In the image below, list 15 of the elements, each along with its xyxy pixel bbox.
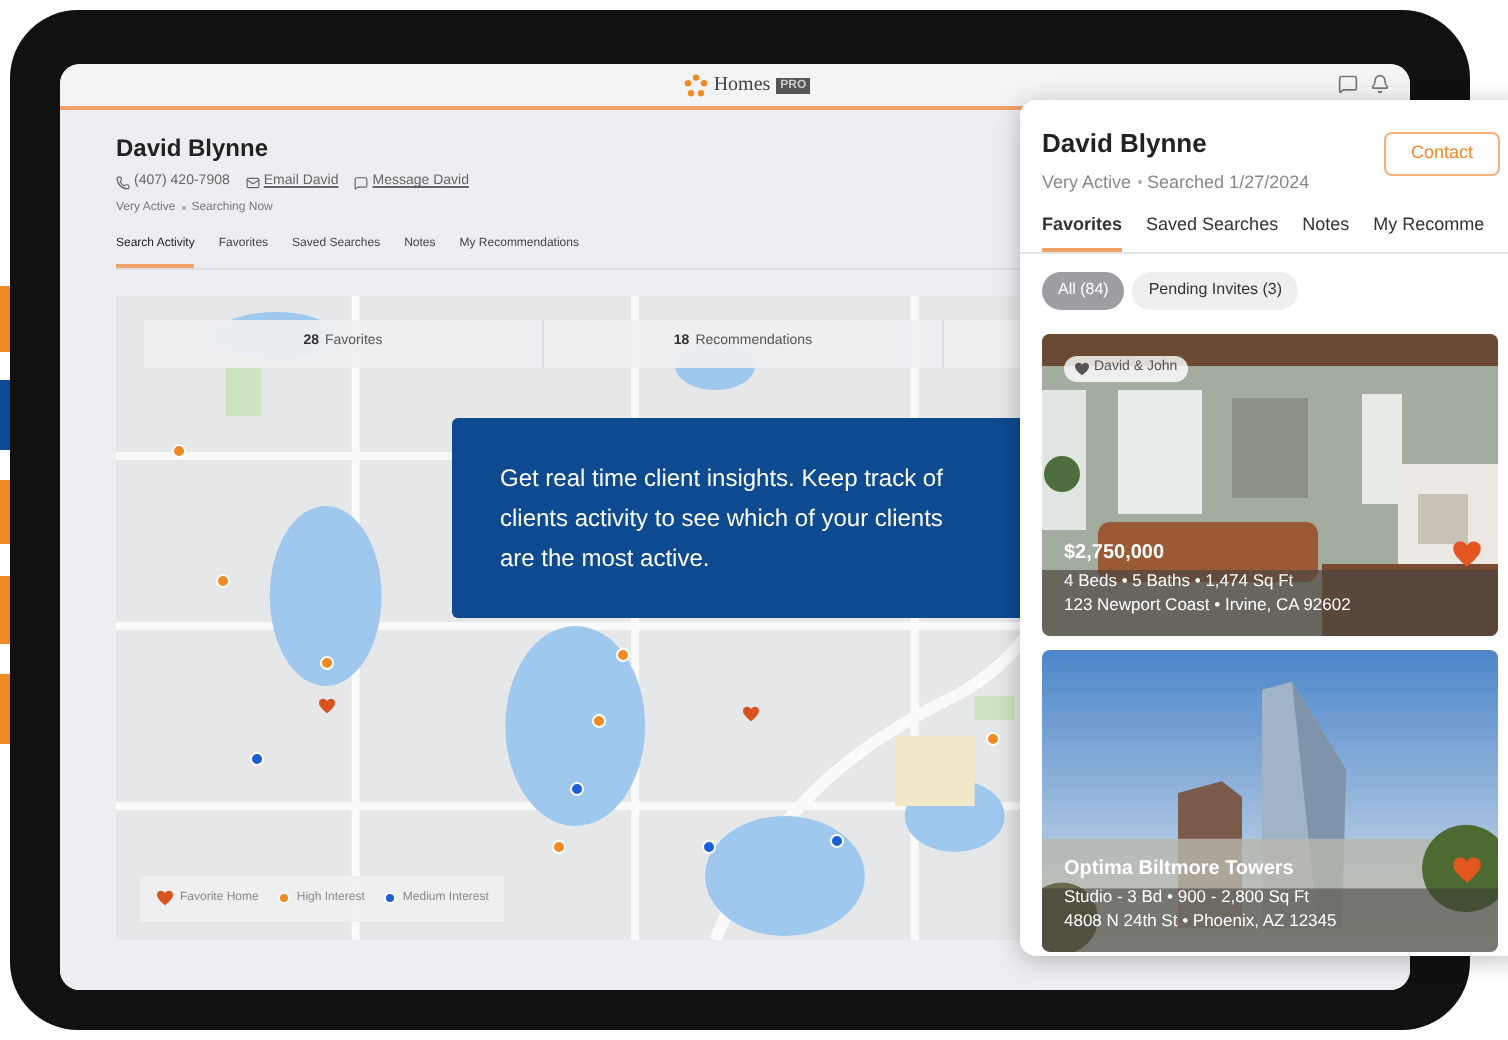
tab[interactable]: My Recomme — [1373, 212, 1485, 251]
mail-icon — [245, 175, 260, 190]
logo-text: Homes — [713, 72, 771, 100]
tab[interactable]: Favorites — [1042, 212, 1123, 251]
chat-icon[interactable] — [1338, 74, 1358, 94]
logo-icon — [683, 73, 708, 97]
message-icon — [354, 175, 369, 190]
panel-client-name: David Blynne — [1042, 126, 1207, 162]
client-name: David Blynne — [116, 132, 269, 166]
tab[interactable]: Saved Searches — [1146, 212, 1279, 251]
phone-icon — [116, 175, 130, 190]
tab[interactable]: Notes — [1302, 212, 1350, 251]
activity-status: Very Active — [1042, 169, 1132, 196]
last-searched: Searched 1/27/2024 — [1147, 169, 1310, 195]
bell-icon[interactable] — [1370, 74, 1390, 94]
